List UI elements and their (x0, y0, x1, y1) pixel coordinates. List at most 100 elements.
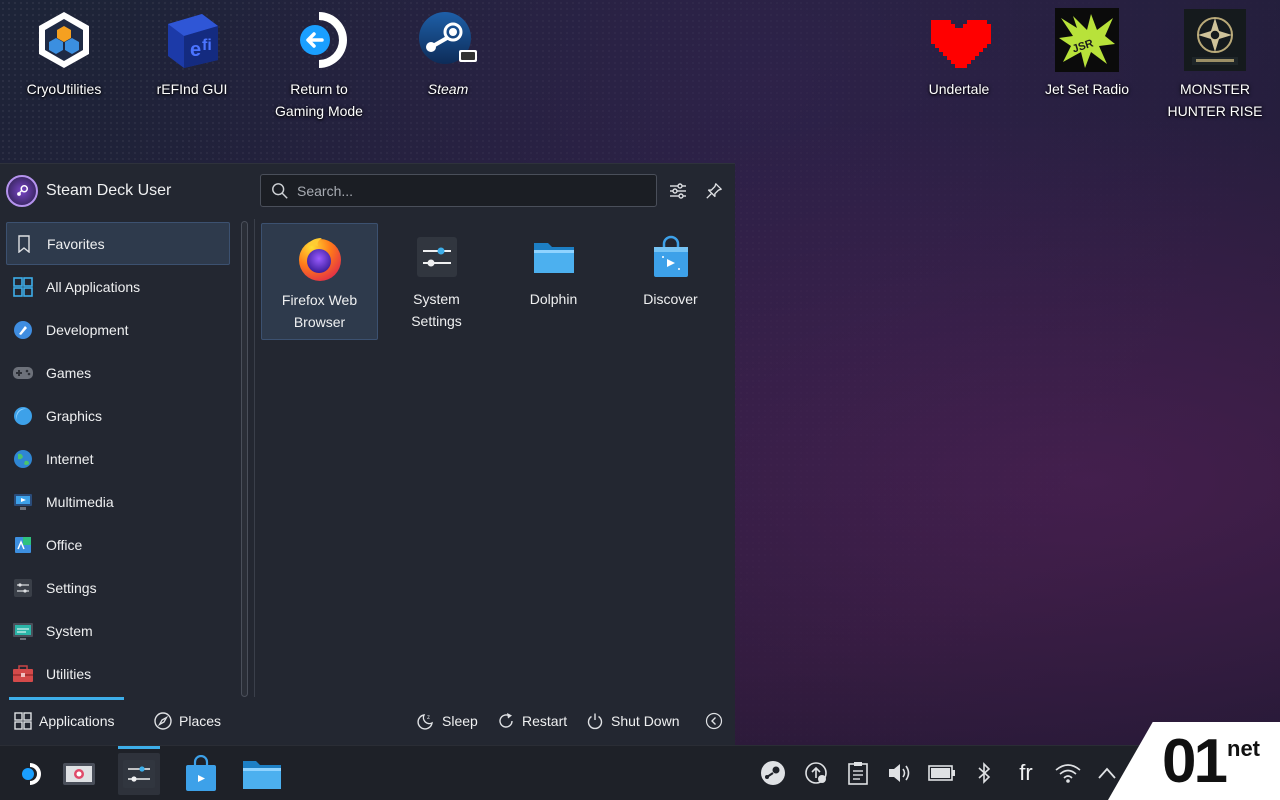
desktop-icon-label: Undertale (928, 81, 990, 97)
taskbar-discover[interactable] (180, 753, 222, 795)
sidebar-item-internet[interactable]: Internet (6, 437, 230, 480)
sidebar-item-system[interactable]: System (6, 609, 230, 652)
steam-icon (416, 8, 480, 72)
system-icon (12, 620, 34, 642)
steam-icon (761, 761, 785, 785)
tray-updates[interactable] (801, 758, 831, 788)
app-label: Firefox Web Browser (281, 292, 358, 330)
monster-hunter-icon (1183, 8, 1247, 72)
sidebar-item-development[interactable]: Development (6, 308, 230, 351)
sliders-icon (670, 183, 686, 199)
button-label: Sleep (442, 713, 478, 729)
launcher-button[interactable] (10, 753, 50, 795)
shut-down-button[interactable]: Shut Down (586, 712, 679, 730)
desktop-icon-label: Return to Gaming Mode (275, 81, 363, 119)
sidebar-item-multimedia[interactable]: Multimedia (6, 480, 230, 523)
office-icon (12, 534, 34, 556)
app-system-settings[interactable]: System Settings (378, 223, 495, 340)
sidebar-item-label: Favorites (47, 235, 105, 252)
search-box[interactable] (260, 174, 657, 207)
desktop-icon-cryoutilities[interactable]: CryoUtilities (4, 8, 124, 100)
power-icon (587, 713, 603, 730)
taskbar-system-settings[interactable] (118, 746, 160, 795)
tray-battery[interactable] (927, 758, 957, 788)
app-label: System Settings (411, 291, 462, 329)
sidebar-item-label: Utilities (46, 665, 92, 682)
brand-number: 01 (1162, 726, 1228, 796)
session-more-button[interactable] (705, 712, 723, 730)
category-sidebar: Favorites All Applications Development G… (6, 222, 230, 695)
user-row[interactable]: Steam Deck User (6, 174, 171, 208)
desktop-icon-return-gaming-mode[interactable]: Return to Gaming Mode (259, 8, 379, 122)
desktop-icon-steam[interactable]: Steam (388, 8, 508, 100)
svg-text:z: z (427, 715, 430, 721)
sidebar-item-label: Multimedia (46, 493, 114, 510)
toolbox-icon (12, 663, 34, 685)
configure-button[interactable] (665, 178, 691, 204)
sidebar-scrollbar[interactable] (241, 221, 248, 697)
tray-keyboard-layout[interactable]: fr (1011, 758, 1041, 788)
desktop-icon-jet-set-radio[interactable]: JSR Jet Set Radio (1027, 8, 1147, 100)
app-label: Discover (643, 291, 698, 307)
steamos-logo-icon (22, 763, 41, 785)
brand-watermark: 01 net (1108, 722, 1280, 800)
sleep-button[interactable]: z Sleep (417, 712, 478, 730)
discover-bag-icon (647, 233, 695, 281)
taskbar-screenshot-app[interactable] (58, 753, 100, 795)
sidebar-item-favorites[interactable]: Favorites (6, 222, 230, 265)
desktop-icon-refind-gui[interactable]: e fi rEFInd GUI (132, 8, 252, 100)
battery-icon (928, 765, 955, 781)
desktop-icon-label: MONSTER HUNTER RISE (1167, 81, 1263, 119)
tray-volume[interactable] (885, 758, 915, 788)
volume-icon (889, 764, 910, 782)
active-task-indicator (118, 746, 160, 749)
tray-network[interactable] (1053, 758, 1083, 788)
tray-clipboard[interactable] (843, 758, 873, 788)
pin-icon (706, 183, 722, 199)
sidebar-item-all-applications[interactable]: All Applications (6, 265, 230, 308)
development-icon (12, 319, 34, 341)
tab-label: Places (179, 713, 222, 729)
avatar[interactable] (6, 175, 38, 207)
app-dolphin[interactable]: Dolphin (495, 223, 612, 340)
restart-button[interactable]: Restart (497, 712, 567, 730)
sidebar-item-utilities[interactable]: Utilities (6, 652, 230, 695)
tray-steam[interactable] (758, 758, 788, 788)
sleep-icon: z (417, 714, 433, 730)
heart-icon (927, 8, 991, 72)
sidebar-item-graphics[interactable]: Graphics (6, 394, 230, 437)
sidebar-item-games[interactable]: Games (6, 351, 230, 394)
system-settings-icon (123, 760, 155, 788)
grid-icon (12, 276, 34, 298)
search-icon (272, 182, 288, 199)
sidebar-item-office[interactable]: Office (6, 523, 230, 566)
svg-text:e: e (190, 39, 201, 61)
bookmark-icon (13, 233, 35, 255)
taskbar: fr (0, 745, 1280, 800)
sidebar-item-label: Settings (46, 579, 97, 596)
search-input[interactable] (297, 182, 637, 199)
sidebar-item-settings[interactable]: Settings (6, 566, 230, 609)
sidebar-item-label: Games (46, 364, 92, 381)
desktop-icon-undertale[interactable]: Undertale (899, 8, 1019, 100)
tab-applications[interactable]: Applications (14, 712, 115, 730)
sidebar-item-label: All Applications (46, 278, 141, 295)
app-firefox[interactable]: Firefox Web Browser (261, 223, 378, 340)
desktop-icon-label: CryoUtilities (26, 81, 102, 97)
grid-icon (14, 712, 32, 730)
taskbar-dolphin[interactable] (240, 753, 284, 795)
user-name: Steam Deck User (46, 182, 172, 199)
globe-icon (12, 448, 34, 470)
tray-bluetooth[interactable] (969, 758, 999, 788)
app-discover[interactable]: Discover (612, 223, 729, 340)
desktop-icon-monster-hunter-rise[interactable]: MONSTER HUNTER RISE (1155, 8, 1275, 122)
return-arrow-icon (287, 8, 351, 72)
chevron-left-icon (705, 712, 723, 730)
brand-suffix: net (1227, 736, 1260, 761)
tab-places[interactable]: Places (154, 712, 221, 730)
sidebar-item-label: Graphics (46, 407, 103, 424)
desktop-icon-label: Steam (427, 81, 469, 97)
pin-button[interactable] (701, 178, 727, 204)
update-icon (805, 762, 827, 784)
keyboard-layout-label: fr (1019, 760, 1033, 785)
